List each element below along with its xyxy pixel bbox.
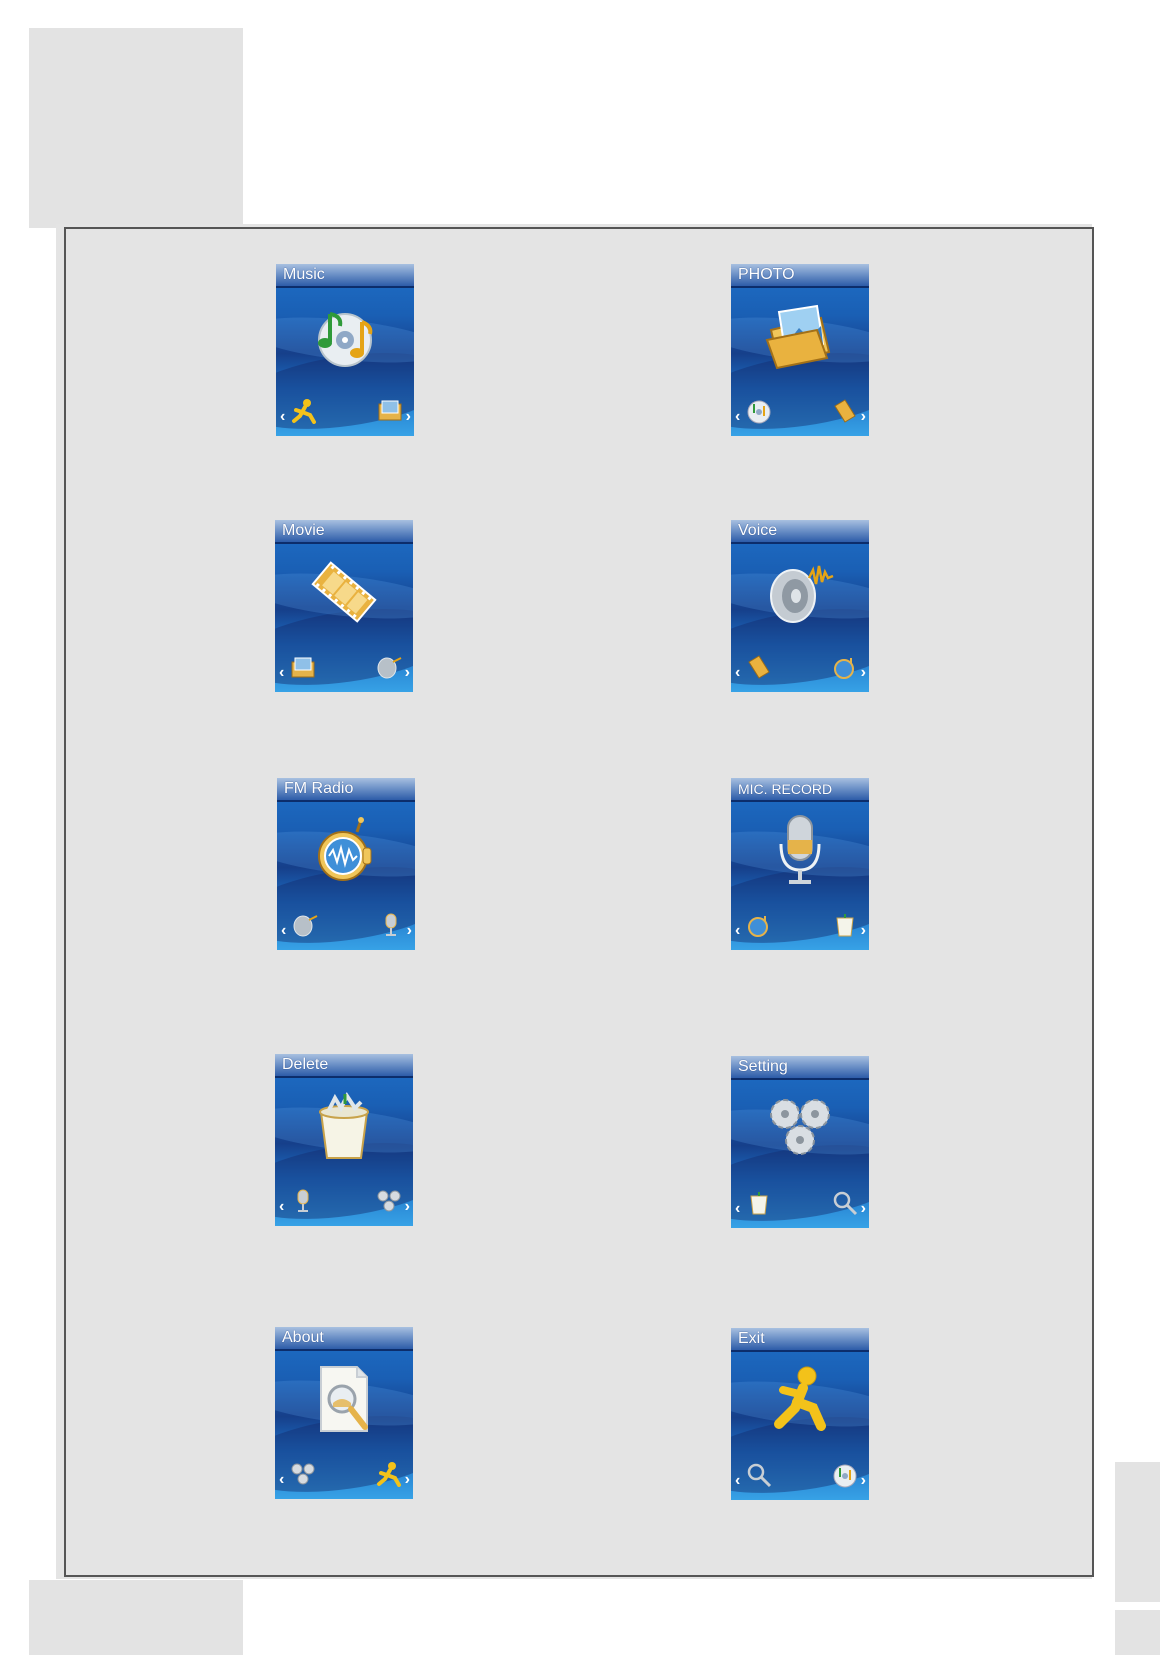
- photo-folder-icon: [291, 657, 315, 678]
- next-arrow[interactable]: ›: [861, 664, 866, 682]
- screen-title: MIC. RECORD: [738, 781, 833, 797]
- next-arrow[interactable]: ›: [861, 922, 866, 940]
- screen-title: Voice: [738, 522, 778, 539]
- music-disc-icon: [833, 1464, 857, 1488]
- gears-icon: [291, 1463, 315, 1485]
- next-arrow[interactable]: ›: [405, 1198, 410, 1216]
- screen-title: Exit: [738, 1330, 765, 1347]
- title-bar: MIC. RECORD: [731, 778, 869, 802]
- screen-title: PHOTO: [738, 266, 795, 283]
- movie-film-icon: [311, 561, 377, 623]
- page-side-tab: [1115, 1610, 1160, 1655]
- screen-title: About: [282, 1329, 324, 1346]
- previous-arrow[interactable]: ‹: [735, 1472, 740, 1490]
- screen-mic-record: MIC. RECORD ‹ ›: [731, 778, 869, 950]
- previous-arrow[interactable]: ‹: [735, 408, 740, 426]
- music-disc-icon: [747, 400, 771, 424]
- about-document-icon: [320, 1366, 368, 1432]
- photo-folder-icon: [378, 400, 402, 421]
- title-bar: Exit: [731, 1328, 869, 1352]
- exit-runner-icon: [774, 1366, 826, 1431]
- magnifier-icon: [747, 1463, 772, 1488]
- fm-radio-icon: [834, 658, 854, 679]
- microphone-icon: [779, 815, 821, 884]
- voice-speaker-icon: [377, 657, 402, 679]
- screen-movie: Movie ‹ ›: [275, 520, 413, 692]
- trash-bin-icon: [750, 1192, 768, 1215]
- next-arrow[interactable]: ›: [861, 1472, 866, 1490]
- screen-delete: Delete ‹ ›: [275, 1054, 413, 1226]
- next-arrow[interactable]: ›: [407, 922, 412, 940]
- screen-title: FM Radio: [284, 780, 354, 797]
- screen-title: Music: [283, 266, 325, 283]
- next-arrow[interactable]: ›: [406, 408, 411, 426]
- previous-arrow[interactable]: ‹: [279, 1198, 284, 1216]
- title-bar: PHOTO: [731, 264, 869, 288]
- previous-arrow[interactable]: ‹: [279, 1471, 284, 1489]
- title-bar: About: [275, 1327, 413, 1351]
- screen-title: Setting: [738, 1058, 788, 1075]
- page-corner-tab-top: [29, 28, 243, 228]
- trash-bin-icon: [836, 914, 854, 937]
- title-bar: Voice: [731, 520, 869, 544]
- gears-icon: [377, 1190, 401, 1212]
- fm-radio-icon: [318, 817, 372, 881]
- screen-photo: PHOTO ‹ ›: [731, 264, 869, 436]
- screen-title: Movie: [282, 522, 325, 539]
- screen-exit: Exit ‹ ›: [731, 1328, 869, 1500]
- magnifier-icon: [833, 1191, 858, 1216]
- screen-setting: Setting ‹ ›: [731, 1056, 869, 1228]
- title-bar: FM Radio: [277, 778, 415, 802]
- microphone-icon: [297, 1189, 309, 1212]
- previous-arrow[interactable]: ‹: [279, 664, 284, 682]
- previous-arrow[interactable]: ‹: [281, 922, 286, 940]
- next-arrow[interactable]: ›: [405, 1471, 410, 1489]
- screen-voice: Voice ‹ ›: [731, 520, 869, 692]
- title-bar: Setting: [731, 1056, 869, 1080]
- previous-arrow[interactable]: ‹: [735, 664, 740, 682]
- title-bar: Movie: [275, 520, 413, 544]
- movie-film-icon: [834, 399, 856, 423]
- screen-title: Delete: [282, 1056, 329, 1073]
- title-bar: Music: [276, 264, 414, 288]
- exit-runner-icon: [292, 399, 316, 424]
- fm-radio-icon: [748, 916, 768, 937]
- previous-arrow[interactable]: ‹: [735, 922, 740, 940]
- screen-fm-radio: FM Radio ‹ ›: [277, 778, 415, 950]
- music-disc-icon: [318, 312, 373, 367]
- screen-music: Music ‹ ›: [276, 264, 414, 436]
- previous-arrow[interactable]: ‹: [735, 1200, 740, 1218]
- voice-speaker-icon: [293, 915, 318, 937]
- screen-about: About ‹ ›: [275, 1327, 413, 1499]
- voice-speaker-icon: [770, 565, 834, 623]
- trash-bin-icon: [319, 1092, 369, 1159]
- gears-icon: [770, 1099, 830, 1155]
- next-arrow[interactable]: ›: [861, 408, 866, 426]
- microphone-icon: [385, 913, 397, 936]
- photo-folder-icon: [765, 304, 831, 370]
- figure-panel-border: [64, 227, 1094, 1577]
- next-arrow[interactable]: ›: [861, 1200, 866, 1218]
- previous-arrow[interactable]: ‹: [280, 408, 285, 426]
- exit-runner-icon: [377, 1462, 401, 1487]
- movie-film-icon: [748, 655, 770, 679]
- next-arrow[interactable]: ›: [405, 664, 410, 682]
- page-corner-tab-bottom: [29, 1580, 243, 1655]
- page-side-tab: [1115, 1462, 1160, 1602]
- title-bar: Delete: [275, 1054, 413, 1078]
